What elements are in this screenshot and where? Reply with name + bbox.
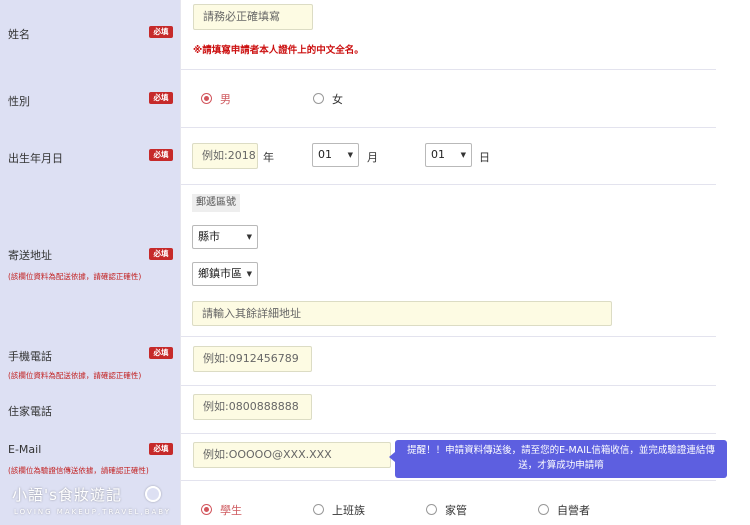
- required-badge: 必填: [149, 26, 173, 38]
- month-unit: 月: [367, 151, 378, 164]
- gender-male-label[interactable]: 男: [220, 91, 231, 107]
- birthday-row: 出生年月日 必填 例如:2018 年 01 ▼ 月 01 ▼ 日: [0, 127, 716, 185]
- year-unit: 年: [263, 151, 274, 164]
- email-reminder-tooltip: 提醒！！申請資料傳送後，請至您的E-MAIL信箱收信，並完成驗證連結傳送，才算成…: [389, 440, 727, 478]
- mobile-field-cell: 例如:0912456789: [180, 336, 716, 385]
- birth-day-value: 01: [431, 148, 445, 161]
- mobile-row: 手機電話 必填 (該欄位資料為配送依據，請確認正確性) 例如:091245678…: [0, 336, 716, 386]
- occupation-self-employed-radio[interactable]: [538, 504, 549, 515]
- day-unit: 日: [479, 151, 490, 164]
- address-label-cell: 寄送地址 必填 (該欄位資料為配送依據，請確認正確性): [0, 184, 180, 336]
- home-phone-label: 住家電話: [8, 405, 52, 418]
- chevron-down-icon: ▼: [347, 151, 353, 159]
- birthday-field-cell: 例如:2018 年 01 ▼ 月 01 ▼ 日: [180, 127, 716, 184]
- mobile-note: (該欄位資料為配送依據，請確認正確性): [8, 371, 142, 380]
- chevron-down-icon: ▼: [246, 233, 252, 241]
- gender-label: 性別: [8, 95, 30, 108]
- occupation-self-employed-label[interactable]: 自營者: [557, 502, 590, 518]
- mobile-input[interactable]: 例如:0912456789: [193, 346, 312, 372]
- occupation-office-radio[interactable]: [313, 504, 324, 515]
- address-field-cell: 郵遞區號 縣市 ▼ 鄉鎮市區 ▼ 請輸入其餘詳細地址: [180, 184, 716, 336]
- occupation-homemaker-radio[interactable]: [426, 504, 437, 515]
- address-row: 寄送地址 必填 (該欄位資料為配送依據，請確認正確性) 郵遞區號 縣市 ▼ 鄉鎮…: [0, 184, 716, 337]
- email-input[interactable]: 例如:OOOOO@XXX.XXX: [193, 442, 391, 468]
- birth-year-input[interactable]: 例如:2018: [192, 143, 258, 169]
- name-label-cell: 姓名 必填: [0, 0, 180, 69]
- county-select[interactable]: 縣市 ▼: [192, 225, 258, 249]
- birthday-label: 出生年月日: [8, 152, 63, 165]
- required-badge: 必填: [149, 347, 173, 359]
- name-field-cell: 請務必正確填寫 ※請填寫申請者本人證件上的中文全名。: [180, 0, 716, 69]
- gender-field-cell: 男 女: [180, 69, 716, 127]
- birth-month-value: 01: [318, 148, 332, 161]
- required-badge: 必填: [149, 443, 173, 455]
- mobile-label: 手機電話: [8, 350, 52, 363]
- occupation-homemaker-label[interactable]: 家管: [445, 502, 467, 518]
- address-detail-input[interactable]: 請輸入其餘詳細地址: [192, 301, 612, 326]
- gender-male-radio[interactable]: [201, 93, 212, 104]
- mobile-label-cell: 手機電話 必填 (該欄位資料為配送依據，請確認正確性): [0, 336, 180, 385]
- email-label: E-Mail: [8, 443, 42, 456]
- occupation-student-label[interactable]: 學生: [220, 502, 242, 518]
- gender-label-cell: 性別 必填: [0, 69, 180, 127]
- occupation-student-radio[interactable]: [201, 504, 212, 515]
- gender-female-radio[interactable]: [313, 93, 324, 104]
- email-note: (該欄位為驗證信傳送依據，請確認正確性): [8, 466, 149, 475]
- email-label-cell: E-Mail 必填 (該欄位為驗證信傳送依據，請確認正確性): [0, 433, 180, 480]
- home-phone-label-cell: 住家電話: [0, 385, 180, 433]
- birth-day-select[interactable]: 01 ▼: [425, 143, 472, 167]
- home-phone-field-cell: 例如:0800888888: [180, 385, 716, 433]
- watermark-logo-icon: [145, 486, 161, 502]
- district-select[interactable]: 鄉鎮市區 ▼: [192, 262, 258, 286]
- name-input[interactable]: 請務必正確填寫: [193, 4, 313, 30]
- watermark-subtitle: LOVING MAKEUP,TRAVEL,BABY: [14, 508, 172, 516]
- watermark-title: 小語's食妝遊記: [12, 486, 122, 504]
- required-badge: 必填: [149, 248, 173, 260]
- gender-female-label[interactable]: 女: [332, 91, 343, 107]
- chevron-down-icon: ▼: [460, 151, 466, 159]
- name-label: 姓名: [8, 28, 30, 41]
- required-badge: 必填: [149, 149, 173, 161]
- postal-code-label: 郵遞區號: [192, 194, 240, 212]
- required-badge: 必填: [149, 92, 173, 104]
- occupation-field-cell: 學生 上班族 家管 自營者: [180, 480, 716, 525]
- birth-month-select[interactable]: 01 ▼: [312, 143, 359, 167]
- name-warning-text: ※請填寫申請者本人證件上的中文全名。: [193, 45, 364, 56]
- occupation-office-label[interactable]: 上班族: [332, 502, 365, 518]
- home-phone-input[interactable]: 例如:0800888888: [193, 394, 312, 420]
- address-label: 寄送地址: [8, 249, 52, 262]
- name-row: 姓名 必填 請務必正確填寫 ※請填寫申請者本人證件上的中文全名。: [0, 0, 716, 70]
- chevron-down-icon: ▼: [246, 270, 252, 278]
- home-phone-row: 住家電話 例如:0800888888: [0, 385, 716, 434]
- gender-row: 性別 必填 男 女: [0, 69, 716, 128]
- address-note: (該欄位資料為配送依據，請確認正確性): [8, 272, 142, 281]
- county-select-value: 縣市: [198, 230, 220, 243]
- district-select-value: 鄉鎮市區: [198, 267, 242, 280]
- birthday-label-cell: 出生年月日 必填: [0, 127, 180, 184]
